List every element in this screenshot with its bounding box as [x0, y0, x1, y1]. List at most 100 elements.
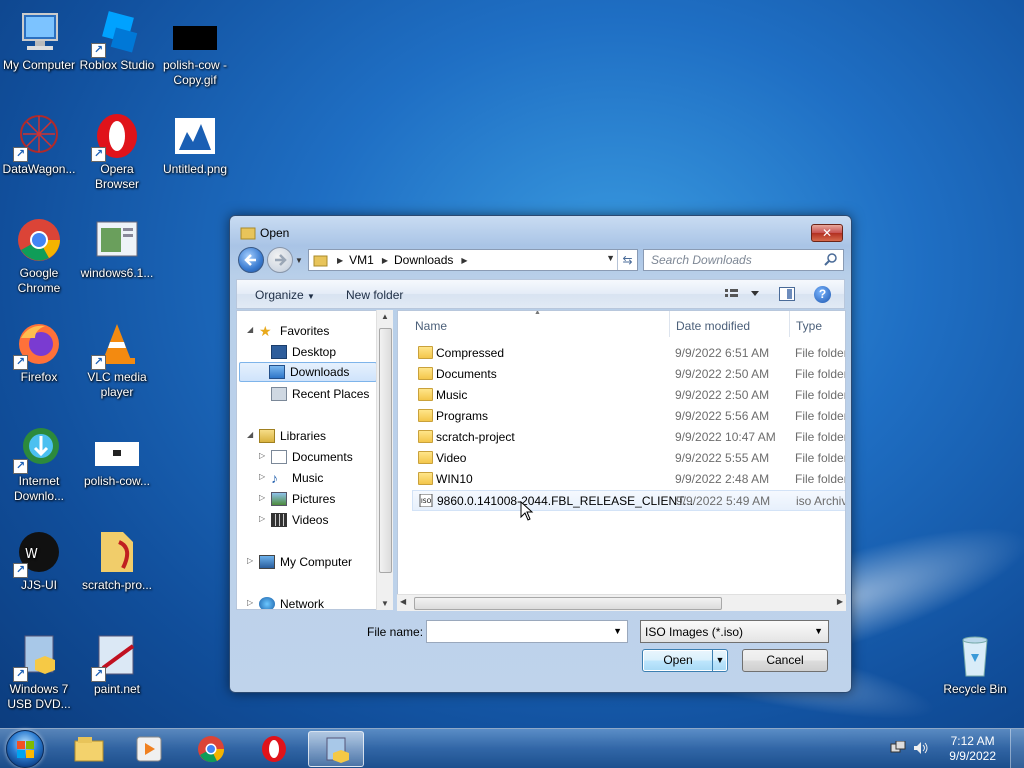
file-row[interactable]: WIN10 9/9/2022 2:48 AM File folder: [412, 469, 845, 490]
show-desktop-button[interactable]: [1010, 729, 1024, 768]
address-bar[interactable]: ▶ VM1 ▶ Downloads ▶ ▼ ⇆: [308, 249, 638, 271]
column-divider[interactable]: [669, 311, 670, 337]
column-header-type[interactable]: Type: [796, 319, 822, 333]
file-row[interactable]: scratch-project 9/9/2022 10:47 AM File f…: [412, 427, 845, 448]
file-list-scrollbar[interactable]: ◀ ▶: [397, 594, 846, 611]
nav-libraries[interactable]: Libraries: [259, 426, 326, 446]
taskbar-opera[interactable]: [246, 731, 302, 767]
nav-recent-places[interactable]: Recent Places: [271, 384, 369, 404]
desktop-icon-label: Untitled.png: [162, 162, 228, 176]
start-button[interactable]: [6, 730, 44, 768]
collapse-arrow-icon[interactable]: ◢: [247, 430, 253, 439]
nav-music[interactable]: ♪ Music: [271, 468, 323, 488]
breadcrumb-vm1[interactable]: VM1: [349, 253, 374, 267]
expand-arrow-icon[interactable]: ▷: [259, 451, 265, 460]
refresh-icon[interactable]: ⇆: [617, 250, 637, 270]
firefox-icon: ↗: [13, 320, 63, 370]
address-dropdown-icon[interactable]: ▼: [606, 253, 615, 263]
scroll-up-icon[interactable]: ▲: [381, 312, 389, 321]
file-row[interactable]: Documents 9/9/2022 2:50 AM File folder: [412, 364, 845, 385]
desktop-icon-scratch-project[interactable]: scratch-pro...: [78, 528, 156, 593]
taskbar-explorer[interactable]: [62, 731, 118, 767]
file-row[interactable]: Video 9/9/2022 5:55 AM File folder: [412, 448, 845, 469]
open-split-dropdown-icon[interactable]: ▼: [712, 650, 727, 671]
back-button[interactable]: [238, 247, 264, 273]
shortcut-arrow-icon: ↗: [13, 147, 28, 162]
scrollbar-thumb[interactable]: [414, 597, 722, 610]
nav-videos[interactable]: Videos: [271, 510, 328, 530]
desktop-icon-polish-cow-copy[interactable]: polish-cow - Copy.gif: [156, 8, 234, 88]
network-status-icon[interactable]: [890, 741, 906, 755]
scrollbar-thumb[interactable]: [379, 328, 392, 573]
search-icon: [824, 253, 837, 266]
nav-documents[interactable]: Documents: [271, 447, 353, 467]
dialog-title: Open: [260, 226, 290, 240]
taskbar-media-player[interactable]: [122, 731, 178, 767]
desktop-icon-vlc[interactable]: ↗ VLC media player: [78, 320, 156, 400]
expand-arrow-icon[interactable]: ▷: [247, 598, 253, 607]
desktop-icon-paintnet[interactable]: ↗ paint.net: [78, 632, 156, 697]
desktop-icon-jjs-ui[interactable]: W ↗ JJS-UI: [0, 528, 78, 593]
desktop-icon-recycle-bin[interactable]: Recycle Bin: [936, 632, 1014, 697]
forward-button[interactable]: [267, 247, 293, 273]
desktop-icon-internet-download-manager[interactable]: ↗ Internet Downlo...: [0, 424, 78, 504]
open-button[interactable]: Open ▼: [642, 649, 728, 672]
desktop-icon-untitled-png[interactable]: Untitled.png: [156, 112, 234, 177]
nav-my-computer[interactable]: My Computer: [259, 552, 352, 572]
search-input[interactable]: Search Downloads: [643, 249, 844, 271]
desktop-icon-firefox[interactable]: ↗ Firefox: [0, 320, 78, 385]
desktop-icon-windows7-usb-dvd[interactable]: ↗ Windows 7 USB DVD...: [0, 632, 78, 712]
desktop-icon-datawagon[interactable]: ↗ DataWagon...: [0, 112, 78, 177]
scroll-right-icon[interactable]: ▶: [837, 597, 843, 606]
desktop-icon-windows61[interactable]: windows6.1...: [78, 216, 156, 281]
file-row[interactable]: ISO 9860.0.141008-2044.FBL_RELEASE_CLIEN…: [412, 490, 845, 511]
desktop-icon-polish-cow[interactable]: polish-cow...: [78, 424, 156, 489]
nav-pictures[interactable]: Pictures: [271, 489, 335, 509]
nav-downloads[interactable]: Downloads: [239, 362, 377, 382]
chevron-down-icon[interactable]: ▼: [613, 626, 622, 636]
recent-pages-dropdown[interactable]: ▼: [295, 256, 305, 265]
png-thumbnail-icon: [171, 112, 219, 160]
close-icon: ✕: [821, 226, 833, 240]
preview-pane-icon[interactable]: [779, 287, 795, 301]
expand-arrow-icon[interactable]: ▷: [259, 514, 265, 523]
collapse-arrow-icon[interactable]: ◢: [247, 325, 253, 334]
back-arrow-icon: [244, 254, 256, 266]
nav-desktop[interactable]: Desktop: [271, 342, 336, 362]
nav-favorites[interactable]: ★ Favorites: [259, 321, 329, 341]
column-divider[interactable]: [789, 311, 790, 337]
file-row[interactable]: Compressed 9/9/2022 6:51 AM File folder: [412, 343, 845, 364]
file-type-select[interactable]: ISO Images (*.iso) ▼: [640, 620, 829, 643]
system-clock[interactable]: 7:12 AM 9/9/2022: [949, 734, 996, 764]
desktop-icon-roblox-studio[interactable]: ↗ Roblox Studio: [78, 8, 156, 73]
taskbar-usb-dvd-tool[interactable]: [308, 731, 364, 767]
navigation-scrollbar[interactable]: ▲ ▼: [376, 310, 393, 610]
scroll-down-icon[interactable]: ▼: [381, 599, 389, 608]
expand-arrow-icon[interactable]: ▷: [259, 493, 265, 502]
desktop-icon-label: Recycle Bin: [943, 682, 1007, 696]
new-folder-button[interactable]: New folder: [346, 288, 403, 302]
expand-arrow-icon[interactable]: ▷: [247, 556, 253, 565]
desktop-icon-label: JJS-UI: [21, 578, 57, 592]
desktop-icon-opera[interactable]: ↗ Opera Browser: [78, 112, 156, 192]
cancel-button[interactable]: Cancel: [742, 649, 828, 672]
volume-icon[interactable]: [913, 741, 929, 755]
desktop-icon-my-computer[interactable]: My Computer: [0, 8, 78, 73]
organize-button[interactable]: Organize ▼: [255, 288, 315, 302]
file-row[interactable]: Music 9/9/2022 2:50 AM File folder: [412, 385, 845, 406]
help-icon[interactable]: ?: [814, 286, 831, 303]
file-row[interactable]: Programs 9/9/2022 5:56 AM File folder: [412, 406, 845, 427]
breadcrumb-separator-icon: ▶: [337, 255, 344, 265]
column-header-date[interactable]: Date modified: [676, 319, 750, 333]
file-name: Video: [436, 451, 467, 465]
file-name-input[interactable]: ▼: [426, 620, 628, 643]
close-button[interactable]: ✕: [811, 224, 843, 242]
taskbar-chrome[interactable]: [184, 731, 240, 767]
desktop-icon-google-chrome[interactable]: Google Chrome: [0, 216, 78, 296]
nav-network[interactable]: Network: [259, 594, 324, 609]
change-view-button[interactable]: [725, 288, 761, 303]
expand-arrow-icon[interactable]: ▷: [259, 472, 265, 481]
column-header-name[interactable]: Name: [415, 319, 447, 333]
scroll-left-icon[interactable]: ◀: [400, 597, 406, 606]
breadcrumb-downloads[interactable]: Downloads: [394, 253, 453, 267]
